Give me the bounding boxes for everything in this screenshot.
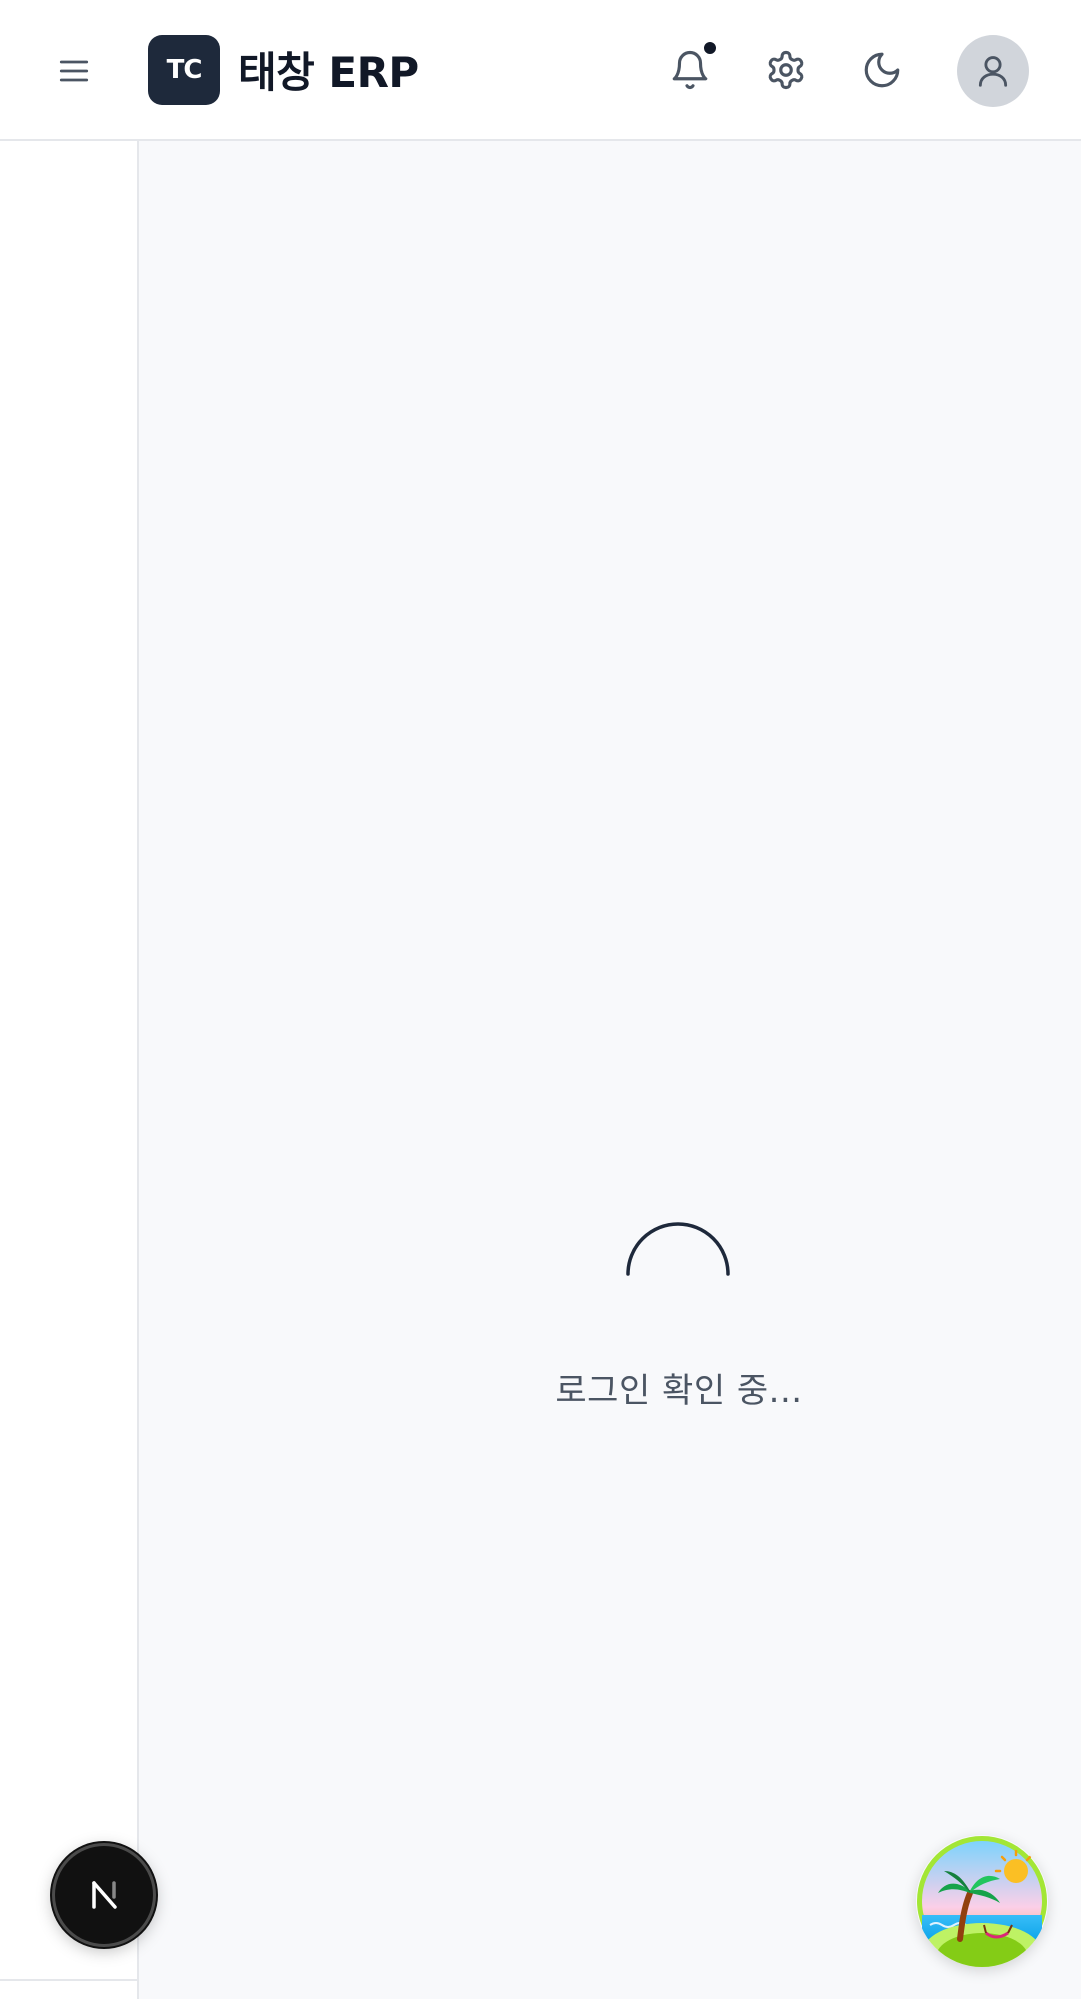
loading-message: 로그인 확인 중...: [555, 1371, 803, 1411]
main-content: 로그인 확인 중...: [139, 141, 1081, 1999]
menu-button[interactable]: [38, 38, 110, 104]
moon-icon: [864, 52, 900, 88]
app-title[interactable]: 태창 ERP: [238, 38, 419, 100]
notifications-button[interactable]: [656, 36, 724, 104]
nextjs-dev-tools-button[interactable]: [52, 1843, 156, 1947]
top-header: TC 태창 ERP: [0, 0, 1081, 141]
app-root: TC 태창 ERP 로그인 확인 중...: [0, 0, 1081, 1999]
user-icon: [978, 56, 1008, 87]
app-logo[interactable]: TC: [148, 35, 220, 105]
user-avatar-button[interactable]: [957, 35, 1029, 107]
sidebar-footer-divider: [0, 1979, 139, 1981]
palm-island-icon: [917, 1836, 1047, 1967]
nextjs-logo-icon: [92, 1881, 117, 1909]
vacation-island-button[interactable]: [916, 1835, 1048, 1967]
bell-icon: [672, 51, 708, 90]
hamburger-menu-icon: [59, 60, 89, 82]
settings-button[interactable]: [752, 36, 820, 104]
theme-toggle-button[interactable]: [848, 36, 916, 104]
loading-spinner-icon: [626, 1222, 730, 1276]
notification-dot: [702, 40, 718, 56]
sidebar: [0, 141, 139, 1999]
gear-icon: [768, 50, 804, 90]
